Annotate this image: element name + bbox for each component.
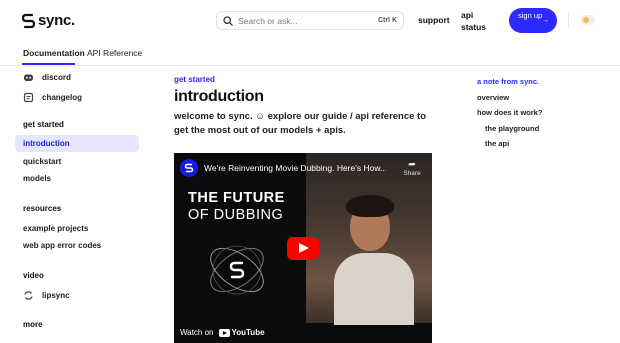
sidebar-item-label: lipsync [42,291,70,300]
sidebar-heading-get-started: get started [23,120,64,129]
video-person-hair [346,195,394,217]
sidebar-link-discord[interactable]: discord [23,72,71,83]
page-title: introduction [174,88,264,105]
toc-item-the-api[interactable]: the api [485,139,509,148]
sidebar-link-label: discord [42,73,71,82]
sidebar-heading-video: video [23,271,44,280]
tab-documentation[interactable]: Documentation [23,48,85,58]
active-tab-indicator [22,63,75,65]
search-icon [223,15,233,26]
sidebar-item-web-app-error-codes[interactable]: web app error codes [23,241,101,250]
channel-avatar-icon[interactable] [180,159,198,177]
youtube-logo: YouTube [218,328,265,337]
share-label: Share [403,170,421,177]
share-icon: ➦ [408,159,416,169]
search-shortcut: Ctrl K [377,17,397,24]
breadcrumb[interactable]: get started [174,75,215,84]
share-button[interactable]: ➦ Share [400,159,424,177]
toc-item-a-note-from-sync[interactable]: a note from sync. [477,77,539,86]
theme-toggle[interactable] [581,15,595,25]
sidebar-link-changelog[interactable]: changelog [23,92,82,103]
tab-api-reference[interactable]: API Reference [87,48,142,58]
video-person-body [334,253,414,325]
sidebar-item-label: introduction [23,139,70,148]
sun-icon [583,17,589,23]
sync-orb-graphic [210,245,264,295]
sign-up-button[interactable]: sign up → [509,8,557,33]
header-divider [568,12,569,28]
sync-logo-icon [22,13,35,28]
watch-on-label: Watch on [180,328,214,337]
video-headline-2: OF DUBBING [188,207,284,223]
toc-item-the-playground[interactable]: the playground [485,124,539,133]
sidebar-link-label: changelog [42,93,83,102]
watch-on-youtube[interactable]: Watch on YouTube [180,328,265,337]
play-icon [299,243,309,253]
intro-paragraph: welcome to sync. ☺ explore our guide / a… [174,111,427,136]
discord-icon [24,74,33,81]
sign-up-label: sign up [518,11,543,20]
sidebar-item-introduction[interactable]: introduction [15,135,139,152]
sidebar-heading-resources: resources [23,204,62,213]
sync-icon [24,291,33,300]
video-title[interactable]: We're Reinventing Movie Dubbing. Here's … [204,163,386,173]
youtube-label: YouTube [231,328,265,337]
search-placeholder: Search or ask... [238,15,298,26]
play-button[interactable] [287,237,319,260]
sidebar-item-models[interactable]: models [23,174,51,183]
api-status-link[interactable]: api status [461,9,491,33]
search-input[interactable]: Search or ask... Ctrl K [216,11,404,30]
docs-tabs: Documentation API Reference [0,40,620,66]
youtube-embed[interactable]: We're Reinventing Movie Dubbing. Here's … [174,153,432,343]
toc-item-how-does-it-work[interactable]: how does it work? [477,108,542,117]
sidebar-item-lipsync[interactable]: lipsync [23,290,70,301]
video-headline-1: THE FUTURE [188,190,285,206]
arrow-right-icon: → [542,17,549,24]
sidebar-item-example-projects[interactable]: example projects [23,224,88,233]
youtube-icon [218,328,230,337]
logo-text: sync. [38,12,75,29]
logo[interactable]: sync. [22,12,75,29]
changelog-icon [23,92,34,103]
support-link[interactable]: support [418,15,450,25]
sidebar-item-quickstart[interactable]: quickstart [23,157,61,166]
top-header: sync. Search or ask... Ctrl K support ap… [0,0,620,40]
toc-item-overview[interactable]: overview [477,93,509,102]
sidebar-heading-more: more [23,320,43,329]
